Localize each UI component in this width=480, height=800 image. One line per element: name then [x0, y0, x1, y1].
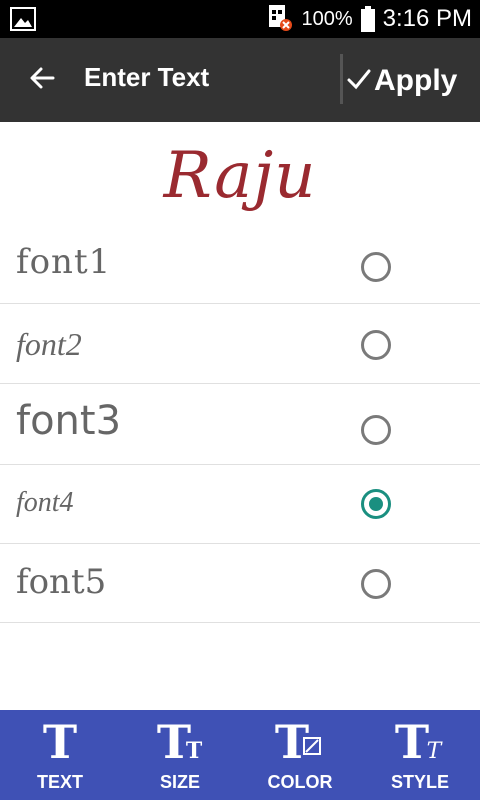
text-preview: Raju	[0, 122, 480, 230]
font-row-font2[interactable]: font2	[0, 304, 480, 384]
tab-text[interactable]: T TEXT	[0, 710, 120, 800]
font-row-font4[interactable]: font4	[0, 465, 480, 544]
style-icon: T T	[360, 714, 480, 770]
font-row-font1[interactable]: font1	[0, 226, 480, 304]
font-radio-font4[interactable]	[361, 489, 391, 519]
font-option-label: font4	[16, 487, 74, 518]
tab-label: SIZE	[159, 772, 200, 792]
tab-style[interactable]: T T STYLE	[360, 710, 480, 800]
tab-label: COLOR	[267, 772, 333, 792]
back-arrow-icon	[29, 66, 55, 95]
tab-label: STYLE	[390, 772, 449, 792]
gallery-notification-icon	[10, 7, 36, 31]
clock: 3:16 PM	[382, 5, 472, 32]
battery-percent: 100%	[301, 7, 353, 30]
font-radio-font5[interactable]	[361, 569, 391, 599]
color-icon: T	[240, 714, 360, 770]
back-button[interactable]	[20, 60, 64, 100]
font-option-label: font1	[16, 242, 112, 282]
tab-color[interactable]: T COLOR	[240, 710, 360, 800]
svg-text:T: T	[186, 738, 203, 764]
toolbar-divider	[340, 54, 343, 104]
svg-text:T: T	[43, 715, 77, 769]
font-option-label: font2	[16, 326, 82, 362]
checkmark-icon	[346, 67, 372, 96]
font-radio-font1[interactable]	[361, 252, 391, 282]
tab-label: TEXT	[36, 772, 83, 792]
app-toolbar: Enter Text Apply	[0, 38, 480, 122]
bottom-toolbar: T TEXT T T SIZE T COLOR T T STYLE	[0, 710, 480, 800]
battery-icon	[360, 6, 375, 32]
status-bar: 100% 3:16 PM	[0, 0, 480, 38]
font-radio-font3[interactable]	[361, 415, 391, 445]
size-icon: T T	[120, 714, 240, 770]
status-right: 100% 3:16 PM	[267, 0, 472, 38]
svg-text:T: T	[395, 715, 429, 769]
font-option-label: font5	[16, 562, 107, 602]
font-option-label: font3	[16, 398, 122, 444]
font-radio-font2[interactable]	[361, 330, 391, 360]
apply-label: Apply	[374, 64, 458, 97]
font-row-font5[interactable]: font5	[0, 544, 480, 623]
sim-error-icon	[267, 2, 293, 37]
preview-text: Raju	[163, 139, 317, 213]
text-icon: T	[0, 714, 120, 770]
apply-button[interactable]: Apply	[346, 56, 476, 106]
svg-text:T: T	[427, 739, 444, 764]
font-row-font3[interactable]: font3	[0, 384, 480, 465]
page-title: Enter Text	[84, 62, 210, 92]
tab-size[interactable]: T T SIZE	[120, 710, 240, 800]
